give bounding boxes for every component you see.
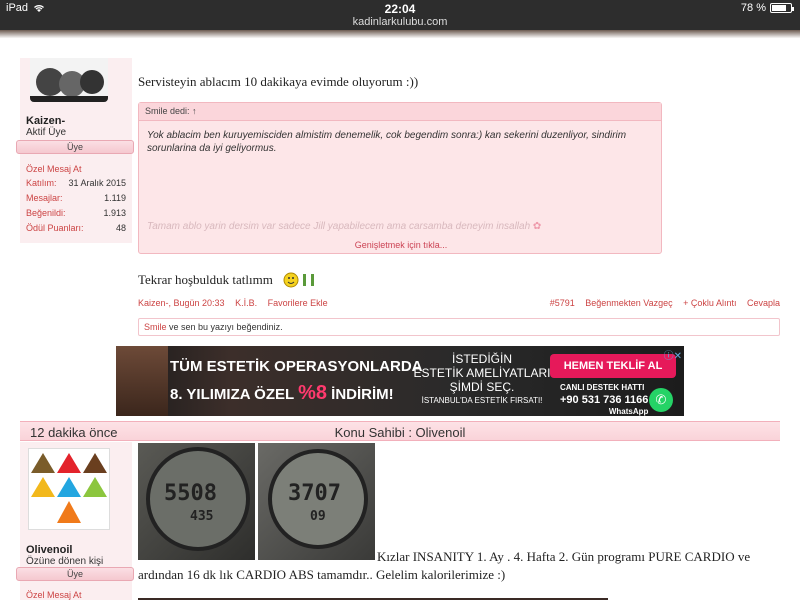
username[interactable]: Kaizen-: [26, 115, 66, 127]
watch-photo-1[interactable]: 5508 435: [138, 443, 255, 560]
quote-faded-line: Tamam ablo yarin dersim var sadece Jill …: [147, 221, 531, 232]
stat-label: Beğenildi:: [26, 208, 66, 218]
ad-percent: %8: [298, 382, 327, 404]
forum-page[interactable]: Kaizen- Aktif Üye Üye Özel Mesaj At Katı…: [0, 58, 800, 600]
quote-text: Yok ablacim ben kuruyemisciden almistim …: [147, 130, 627, 154]
ad-mid-2: ESTETİK AMELİYATLARI: [413, 366, 551, 380]
ad-close-icon[interactable]: ⓘ✕: [664, 347, 682, 362]
avatar[interactable]: [28, 448, 110, 530]
ad-hotline: CANLI DESTEK HATTI: [560, 383, 645, 392]
reply-text: Tekrar hoşbulduk tatlımm: [138, 272, 273, 287]
ad-middle-text: İSTEDİĞİN ESTETİK AMELİYATLARI ŞİMDİ SEÇ…: [412, 352, 552, 408]
stat-row: Katılım: 31 Aralık 2015: [26, 178, 126, 188]
ad-whatsapp-label: WhatsApp: [608, 407, 649, 416]
user-sidebar-olivenoil: Olivenoil Özüne dönen kişi Üye Özel Mesa…: [16, 442, 134, 600]
user-title: Aktif Üye: [26, 127, 67, 138]
user-title: Özüne dönen kişi: [26, 556, 104, 567]
stat-row: Beğenildi: 1.913: [26, 208, 126, 218]
quote-header[interactable]: Smile dedi: ↑: [139, 103, 661, 121]
ad-model-image: [116, 346, 168, 416]
battery-text: 78 %: [740, 2, 766, 14]
quote-faded-text: Tamam ablo yarin dersim var sadece Jill …: [147, 221, 541, 232]
avatar[interactable]: [30, 58, 108, 102]
battery-icon: [770, 3, 794, 13]
stat-value: 1.913: [103, 208, 126, 218]
stat-value: 48: [115, 223, 126, 233]
ad-line2-c: İNDİRİM!: [326, 386, 394, 403]
clock: 22:04: [384, 2, 416, 16]
ad-mid-4: İSTANBUL'DA ESTETİK FIRSATI!: [421, 396, 543, 405]
ad-headline-1: TÜM ESTETİK OPERASYONLARDA: [170, 358, 423, 375]
reply-link[interactable]: Cevapla: [747, 298, 780, 308]
stat-label: Mesajlar:: [26, 193, 63, 203]
watch-photo-2[interactable]: 3707 09: [258, 443, 375, 560]
watch-display-top: 5508: [164, 481, 217, 506]
stat-row: Mesajlar: 1.119: [26, 193, 126, 203]
thread-starter: Konu Sahibi : Olivenoil: [334, 425, 466, 440]
likes-summary: Smile ve sen bu yazıyı beğendiniz.: [138, 318, 780, 336]
user-badge: Üye: [16, 140, 134, 154]
liker-link[interactable]: Smile: [144, 322, 167, 332]
watch-display-bottom: 09: [310, 509, 326, 524]
post-action-right: #5791 Beğenmekten Vazgeç + Çoklu Alıntı …: [550, 298, 780, 308]
message-text: Kızlar INSANITY 1. Ay . 4. Hafta 2. Gün …: [138, 548, 778, 584]
message-text: Servisteyin ablacım 10 dakikaya evimde o…: [138, 74, 419, 89]
stat-value: 31 Aralık 2015: [68, 178, 126, 188]
ad-banner[interactable]: TÜM ESTETİK OPERASYONLARDA 8. YILIMIZA Ö…: [116, 346, 684, 416]
cheers-smiley-icon: [283, 272, 314, 288]
post-time: 12 dakika önce: [30, 425, 118, 440]
post-header-bar: Konu Sahibi : Olivenoil 12 dakika önce: [20, 421, 780, 441]
user-info: Olivenoil Özüne dönen kişi: [26, 544, 103, 567]
ad-cta-button[interactable]: HEMEN TEKLİF AL: [550, 354, 676, 378]
watch-face: 3707 09: [268, 449, 368, 549]
post-author-time[interactable]: Kaizen-, Bugün 20:33: [138, 298, 225, 308]
battery-level: [772, 5, 787, 11]
kib-link[interactable]: K.İ.B.: [235, 298, 257, 308]
private-message-link[interactable]: Özel Mesaj At: [26, 164, 82, 174]
post-number[interactable]: #5791: [550, 298, 575, 308]
status-bar: iPad 22:04 kadinlarkulubu.com 78 %: [0, 0, 800, 30]
stat-label: Katılım:: [26, 178, 57, 188]
stat-label: Ödül Puanları:: [26, 223, 84, 233]
watch-face: 5508 435: [146, 447, 250, 551]
watch-display-top: 3707: [288, 481, 341, 506]
expand-quote-link[interactable]: Genişletmek için tıkla...: [139, 240, 663, 250]
quote-block: Smile dedi: ↑ Yok ablacim ben kuruyemisc…: [138, 102, 662, 254]
likes-text: ve sen bu yazıyı beğendiniz.: [166, 322, 283, 332]
ad-phone-number[interactable]: +90 531 736 1166: [560, 394, 648, 406]
ad-line2-a: 8. YILIMIZA ÖZEL: [170, 386, 299, 403]
message-body: Kızlar INSANITY 1. Ay . 4. Hafta 2. Gün …: [138, 549, 751, 582]
private-message-link[interactable]: Özel Mesaj At: [26, 590, 82, 600]
page-top-edge: [0, 30, 800, 58]
user-stats: Katılım: 31 Aralık 2015 Mesajlar: 1.119 Be…: [26, 178, 126, 233]
whatsapp-icon: ✆: [649, 388, 673, 412]
ad-phone-block: CANLI DESTEK HATTI +90 531 736 1166 What…: [560, 382, 648, 416]
favorite-link[interactable]: Favorilere Ekle: [268, 298, 328, 308]
username[interactable]: Olivenoil: [26, 544, 103, 556]
reply-line: Tekrar hoşbulduk tatlımm: [138, 271, 319, 289]
ad-mid-1: İSTEDİĞİN: [451, 352, 512, 366]
stat-value: 1.119: [104, 193, 126, 203]
ad-mid-3: ŞİMDİ SEÇ.: [449, 380, 515, 394]
unlike-link[interactable]: Beğenmekten Vazgeç: [585, 298, 672, 308]
watch-display-bottom: 435: [190, 509, 214, 524]
status-right: 78 %: [740, 2, 794, 14]
post-actions: Kaizen-, Bugün 20:33 K.İ.B. Favorilere E…: [138, 298, 780, 308]
ad-headline-2: 8. YILIMIZA ÖZEL %8 İNDİRİM!: [170, 382, 394, 405]
flower-smiley-icon: ✿: [532, 221, 542, 232]
multi-quote-link[interactable]: + Çoklu Alıntı: [683, 298, 736, 308]
user-sidebar-kaizen: Kaizen- Aktif Üye Üye Özel Mesaj At Katı…: [16, 58, 134, 243]
user-badge: Üye: [16, 567, 134, 581]
stat-row: Ödül Puanları: 48: [26, 223, 126, 233]
user-info: Kaizen- Aktif Üye: [26, 115, 66, 138]
address-bar[interactable]: kadinlarkulubu.com: [0, 16, 800, 28]
